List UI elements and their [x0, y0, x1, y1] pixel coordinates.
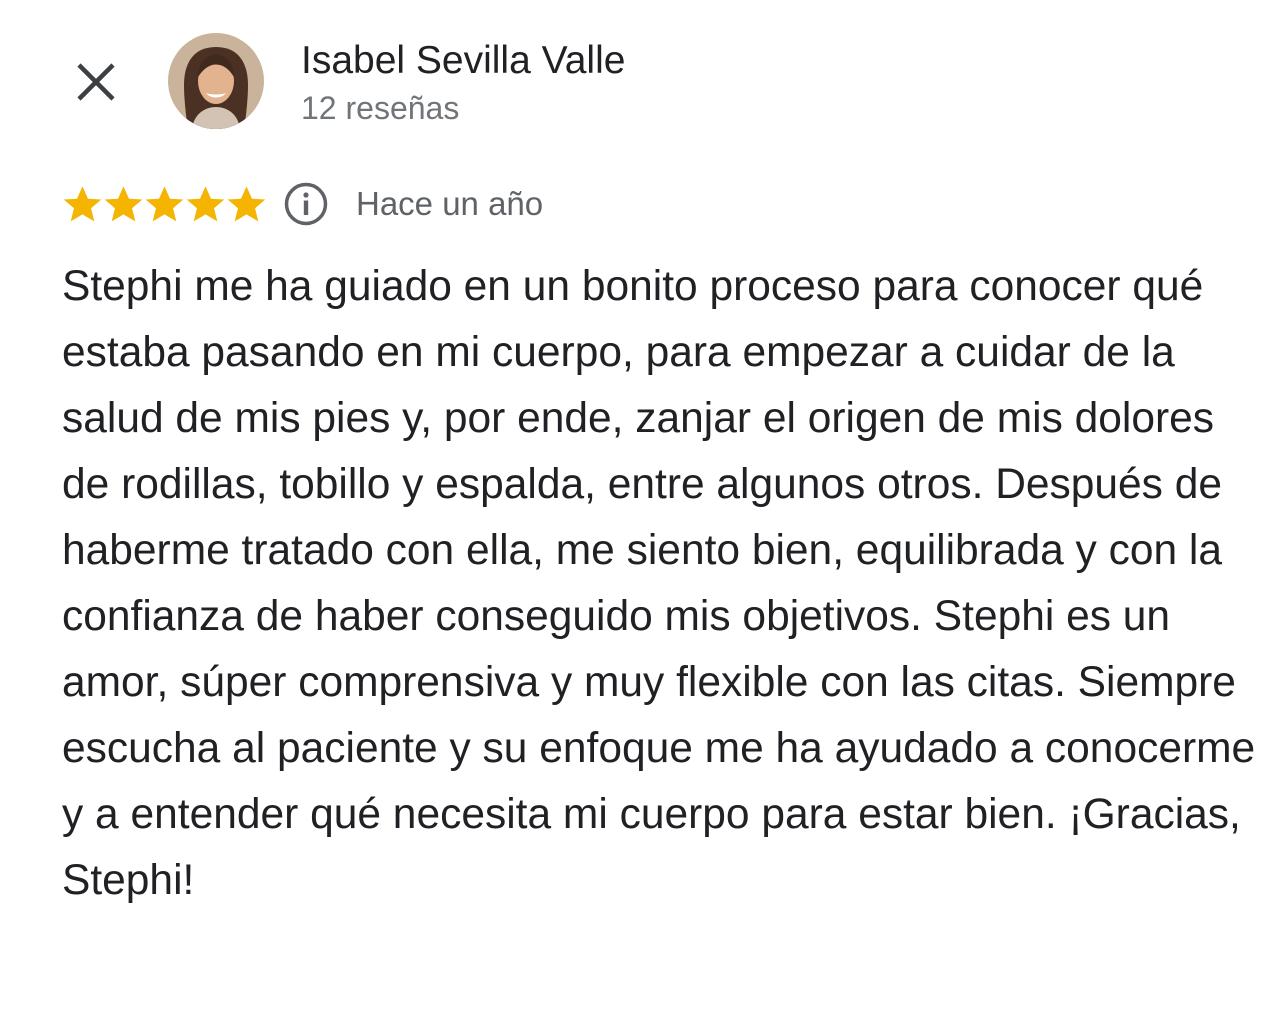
- author-name[interactable]: Isabel Sevilla Valle: [301, 38, 625, 84]
- review-count: 12 reseñas: [301, 90, 460, 126]
- star-rating: [62, 184, 267, 224]
- rating-row: Hace un año: [62, 180, 543, 228]
- close-button[interactable]: [68, 54, 124, 110]
- star-icon: [104, 186, 143, 222]
- star-icon: [186, 186, 225, 222]
- star-icon: [145, 186, 184, 222]
- star-icon: [63, 186, 102, 222]
- avatar-photo: [168, 33, 264, 129]
- star-icon: [227, 186, 266, 222]
- info-icon[interactable]: [283, 181, 329, 227]
- review-text: Stephi me ha guiado en un bonito proceso…: [62, 263, 1256, 904]
- review-date: Hace un año: [356, 185, 544, 222]
- close-icon: [77, 63, 115, 101]
- avatar[interactable]: [168, 33, 264, 129]
